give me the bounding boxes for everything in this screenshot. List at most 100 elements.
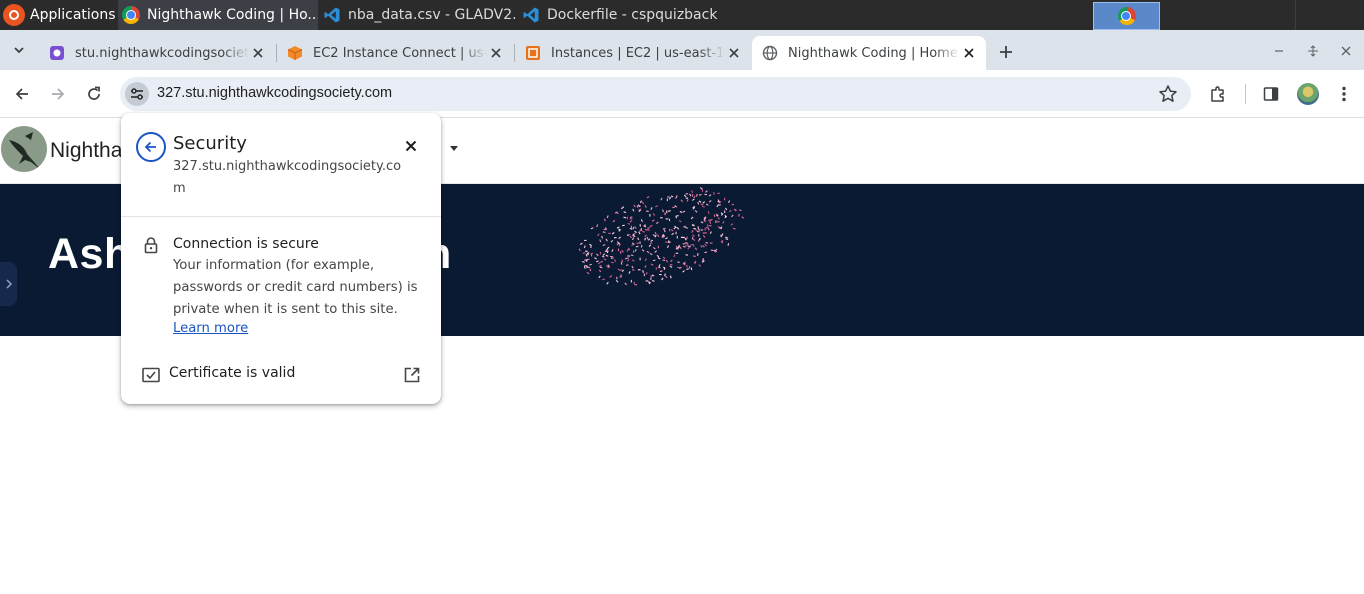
taskbar-window-dockerfile[interactable]: Dockerfile - cspquizback... — [518, 0, 718, 30]
particle — [679, 210, 683, 214]
sidebar-toggle-button[interactable] — [0, 262, 17, 306]
particle — [651, 279, 655, 282]
particle — [686, 236, 688, 240]
close-icon[interactable] — [487, 44, 505, 62]
close-icon[interactable] — [249, 44, 267, 62]
tab-nighthawk-home[interactable]: Nighthawk Coding | Home — [752, 36, 986, 70]
applications-menu[interactable]: Applications — [0, 0, 118, 30]
particle — [650, 263, 654, 266]
close-icon[interactable] — [960, 44, 978, 62]
extensions-button[interactable] — [1206, 82, 1230, 106]
window-close-button[interactable] — [1336, 41, 1356, 61]
bookmark-star-icon[interactable] — [1158, 84, 1178, 104]
particle — [693, 195, 696, 199]
particle — [695, 193, 698, 197]
tab-ec2-connect[interactable]: EC2 Instance Connect | us-east-1 — [277, 36, 513, 70]
particle — [606, 246, 610, 250]
particle — [625, 264, 629, 266]
side-panel-button[interactable] — [1259, 82, 1283, 106]
popup-hostname: 327.stu.nighthawkcodingsociety.com — [173, 159, 402, 196]
particle — [634, 226, 637, 230]
puzzle-icon — [1211, 86, 1224, 102]
taskbar-window-nba-data[interactable]: nba_data.csv - GLADV2... — [319, 0, 517, 30]
particle — [650, 207, 653, 210]
forward-button[interactable] — [46, 82, 70, 106]
chrome-icon — [1117, 7, 1136, 25]
particle — [659, 270, 663, 272]
particle — [607, 266, 610, 269]
taskbar-window-chrome[interactable]: Nighthawk Coding | Ho... — [118, 0, 318, 30]
particle — [684, 237, 687, 241]
particle — [686, 199, 689, 202]
open-in-new-icon[interactable] — [403, 366, 421, 384]
tab-stu-nighthawk[interactable]: stu.nighthawkcodingsociety.com — [39, 36, 275, 70]
particle — [632, 208, 635, 212]
particle — [634, 230, 637, 234]
popup-close-button[interactable] — [400, 135, 422, 157]
particle — [619, 268, 623, 272]
ubuntu-logo-icon — [3, 4, 25, 26]
particle — [704, 216, 707, 220]
particle — [594, 257, 597, 260]
particle — [714, 248, 718, 252]
connection-description: Your information (for example, passwords… — [173, 258, 418, 317]
particle — [692, 243, 695, 247]
nighthawk-bird-icon — [9, 132, 41, 170]
back-button[interactable] — [136, 132, 166, 162]
particle — [648, 244, 652, 247]
particle — [605, 254, 609, 257]
maximize-button[interactable] — [1303, 41, 1323, 61]
avatar — [1297, 83, 1319, 105]
particle — [668, 218, 671, 222]
url-text[interactable]: 327.stu.nighthawkcodingsociety.com — [157, 85, 392, 101]
tune-icon — [131, 88, 143, 100]
particle — [618, 228, 621, 231]
particle — [678, 244, 681, 248]
particle — [599, 239, 602, 243]
particle — [686, 268, 689, 271]
particle — [617, 268, 621, 271]
vscode-icon — [324, 7, 340, 23]
particle — [635, 245, 639, 248]
particle — [675, 248, 679, 250]
certificate-status[interactable]: Certificate is valid — [169, 365, 295, 381]
tray-chrome-button[interactable] — [1093, 2, 1160, 30]
new-tab-button[interactable] — [994, 40, 1018, 64]
particle — [732, 227, 736, 230]
particle — [654, 250, 658, 253]
particle — [670, 195, 674, 198]
particle — [603, 258, 607, 261]
close-icon[interactable] — [725, 44, 743, 62]
particle — [639, 200, 643, 204]
particle — [731, 203, 735, 206]
particle — [644, 228, 648, 231]
site-info-button[interactable] — [125, 82, 149, 106]
dropdown-caret-icon[interactable] — [450, 146, 458, 151]
particle — [649, 252, 653, 256]
particle — [619, 275, 622, 278]
chrome-menu-button[interactable] — [1332, 82, 1356, 106]
particle — [579, 242, 583, 245]
tab-ec2-instances[interactable]: Instances | EC2 | us-east-1 — [515, 36, 751, 70]
particle — [597, 261, 601, 265]
back-button[interactable] — [10, 82, 34, 106]
particle — [633, 281, 636, 285]
address-bar[interactable]: 327.stu.nighthawkcodingsociety.com — [120, 77, 1191, 111]
tab-title: Instances | EC2 | us-east-1 — [551, 45, 725, 61]
reload-button[interactable] — [82, 82, 106, 106]
learn-more-link[interactable]: Learn more — [173, 321, 248, 336]
os-taskbar: Applications Nighthawk Coding | Ho... nb… — [0, 0, 1364, 30]
particle — [664, 212, 667, 216]
particle — [702, 258, 704, 261]
minimize-button[interactable] — [1269, 41, 1289, 61]
profile-button[interactable] — [1296, 82, 1320, 106]
site-title[interactable]: Nightha — [50, 139, 122, 163]
nighthawk-logo[interactable] — [1, 126, 47, 172]
particle — [601, 235, 604, 239]
particle — [637, 237, 640, 241]
tab-search-button[interactable] — [6, 38, 32, 62]
particle — [583, 245, 586, 249]
particle — [632, 237, 635, 241]
particle — [698, 193, 702, 196]
particle — [741, 216, 745, 219]
